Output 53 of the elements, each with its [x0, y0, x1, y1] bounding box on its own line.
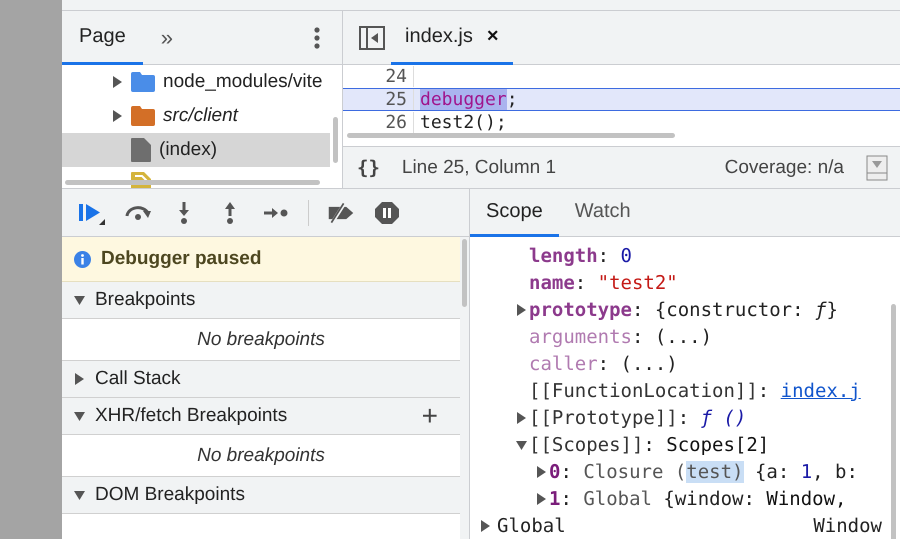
property-entry: arguments: (...)	[529, 326, 712, 348]
folder-icon	[131, 72, 155, 92]
scrollbar[interactable]	[347, 133, 675, 138]
line-number: 24	[384, 66, 408, 87]
file-icon	[131, 138, 151, 162]
collapse-triangle-icon[interactable]	[74, 489, 85, 501]
coverage-status: Coverage: n/a	[724, 156, 844, 178]
expand-triangle-icon[interactable]	[516, 304, 527, 316]
scope-name[interactable]: Global	[497, 514, 566, 536]
collapse-triangle-icon[interactable]	[74, 410, 85, 422]
deactivate-breakpoints-icon[interactable]	[327, 200, 355, 224]
pretty-print-button[interactable]: {}	[357, 156, 380, 178]
expand-triangle-icon[interactable]	[112, 76, 123, 88]
property-entry: 0: Closure (test) {a: 1, b:	[549, 460, 858, 482]
expand-triangle-icon[interactable]	[536, 466, 547, 478]
expand-triangle-icon[interactable]	[516, 412, 527, 424]
collapse-triangle-icon[interactable]	[516, 438, 527, 450]
scrollbar[interactable]	[333, 117, 338, 163]
sidebar-tab[interactable]: Watch	[558, 189, 647, 237]
property-entry: name: "test2"	[529, 272, 678, 294]
property-entry: [[Prototype]]: ƒ ()	[529, 406, 746, 428]
empty-message: No breakpoints	[197, 444, 325, 466]
info-icon	[74, 250, 91, 268]
property-entry: 1: Global {window: Window,	[549, 488, 846, 510]
property-entry: [[FunctionLocation]]: index.j	[529, 380, 861, 402]
empty-message: No breakpoints	[197, 328, 325, 350]
cursor-position: Line 25, Column 1	[402, 156, 556, 178]
scrollbar[interactable]	[462, 239, 467, 307]
file-tree-item[interactable]: (index)	[62, 133, 330, 167]
scope-value: Window	[813, 514, 882, 536]
more-tabs-button[interactable]: »	[142, 11, 191, 64]
property-entry: length: 0	[529, 244, 632, 266]
line-number: 25	[384, 89, 408, 110]
expand-triangle-icon[interactable]	[536, 492, 547, 504]
more-options-icon[interactable]	[314, 26, 320, 48]
folder-icon	[131, 106, 155, 126]
file-tree-item[interactable]: node_modules/vite	[62, 65, 330, 99]
sidebar-toggle-icon[interactable]	[359, 26, 385, 50]
property-entry: [[Scopes]]: Scopes[2]	[529, 434, 770, 456]
pause-on-exceptions-icon[interactable]	[373, 200, 401, 224]
expand-triangle-icon[interactable]	[112, 110, 123, 122]
line-number: 26	[384, 112, 408, 133]
property-entry: caller: (...)	[529, 352, 678, 374]
property-entry: prototype: {constructor: ƒ}	[529, 298, 838, 320]
expand-triangle-icon[interactable]	[74, 373, 85, 385]
file-tree-item[interactable]: src/client	[62, 99, 330, 133]
scrollbar[interactable]	[891, 304, 896, 539]
expand-triangle-icon[interactable]	[480, 520, 491, 532]
drawer-toggle-icon[interactable]	[866, 154, 888, 180]
collapse-triangle-icon[interactable]	[74, 294, 85, 306]
scrollbar[interactable]	[65, 180, 320, 185]
paused-message: Debugger paused	[101, 248, 262, 270]
add-button[interactable]: +	[422, 402, 438, 430]
